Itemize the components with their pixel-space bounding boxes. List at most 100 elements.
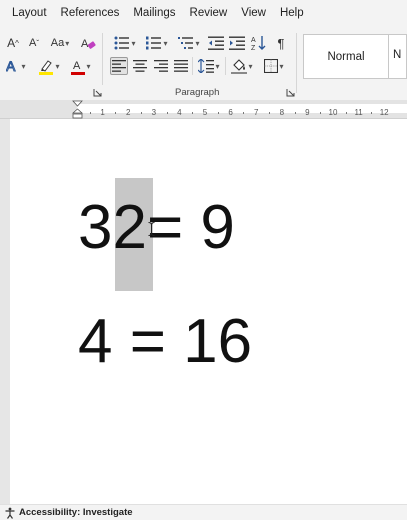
menu-mailings[interactable]: Mailings [126, 7, 182, 19]
style-next-label: N [393, 49, 402, 61]
pilcrow-icon: ¶ [277, 35, 285, 51]
svg-text:Z: Z [251, 45, 256, 51]
increase-indent-button[interactable] [228, 34, 246, 52]
accessibility-icon[interactable] [4, 507, 16, 519]
indent-marker-icon[interactable] [72, 100, 83, 119]
multilevel-list-button[interactable]: ▾ [174, 34, 204, 52]
menu-review[interactable]: Review [183, 7, 235, 19]
shading-button[interactable]: ▾ [228, 57, 256, 75]
grow-font-button[interactable]: A ^ [4, 34, 22, 52]
justify-icon [174, 60, 188, 72]
paragraph-dialog-launcher-icon[interactable] [286, 88, 295, 97]
sort-button[interactable]: A Z [250, 34, 268, 52]
ruler-minor-tick [217, 112, 219, 114]
clear-formatting-button[interactable]: A [79, 34, 97, 52]
numbering-button[interactable]: ▾ [142, 34, 172, 52]
highlighter-icon [39, 59, 54, 75]
ruler-tick-label: 4 [177, 108, 182, 117]
style-normal[interactable]: Normal [303, 34, 389, 79]
menu-bar: Layout References Mailings Review View H… [0, 0, 407, 25]
ruler-minor-tick [345, 112, 347, 114]
ruler-tick-label: 2 [125, 108, 131, 117]
svg-text:A: A [73, 60, 81, 72]
borders-button[interactable]: ▾ [260, 57, 288, 75]
chevron-down-icon: ▾ [195, 38, 200, 48]
font-color-icon: A [71, 60, 86, 75]
chevron-down-icon: ▾ [86, 61, 91, 71]
ruler-tick-label: 10 [328, 108, 338, 117]
ruler-minor-tick [115, 112, 117, 114]
paint-bucket-icon [231, 59, 248, 74]
group-divider [192, 57, 193, 75]
chevron-down-icon: ▾ [55, 61, 60, 71]
menu-layout[interactable]: Layout [0, 7, 54, 19]
ruler-minor-tick [320, 112, 322, 114]
equation-1-rest: = 9 [146, 193, 235, 262]
decrease-indent-icon [208, 36, 224, 50]
document-page[interactable]: 32= 9 4 = 16 [10, 119, 407, 504]
numbering-icon [146, 36, 162, 50]
sort-icon: A Z [251, 36, 266, 51]
chevron-down-icon: ▾ [21, 61, 26, 71]
chevron-down-icon: ▾ [163, 38, 168, 48]
align-left-button[interactable] [110, 57, 128, 75]
align-center-icon [133, 60, 147, 72]
bullets-button[interactable]: ▾ [110, 34, 140, 52]
ruler-tick-label: 7 [253, 108, 259, 117]
chevron-down-icon: ▾ [215, 61, 220, 71]
ruler-tick-label: 9 [305, 108, 310, 117]
accessibility-status[interactable]: Accessibility: Investigate [19, 507, 133, 518]
style-next[interactable]: N [389, 34, 407, 79]
chevron-down-icon: ▾ [65, 38, 70, 48]
menu-help[interactable]: Help [273, 7, 311, 19]
ruler-tick-label: 5 [202, 108, 208, 117]
line-spacing-icon [198, 59, 215, 73]
ruler-minor-tick [192, 112, 194, 114]
svg-text:A: A [81, 38, 89, 50]
justify-button[interactable] [172, 57, 190, 75]
style-normal-label: Normal [327, 50, 365, 63]
shrink-font-label: A [28, 37, 37, 49]
ruler-tick-label: 11 [354, 108, 363, 117]
clear-formatting-icon: A [81, 38, 96, 50]
align-right-button[interactable] [152, 57, 170, 75]
paragraph-group-label: Paragraph [175, 87, 220, 98]
decrease-indent-button[interactable] [207, 34, 225, 52]
chevron-down-icon: ▾ [279, 61, 284, 71]
align-center-button[interactable] [131, 57, 149, 75]
svg-text:A: A [251, 37, 256, 44]
text-effects-button[interactable]: A ▾ [4, 57, 28, 75]
font-color-button[interactable]: A ▾ [69, 57, 93, 75]
document-area: 32= 9 4 = 16 [0, 119, 407, 504]
increase-indent-icon [229, 36, 245, 50]
group-divider [225, 57, 226, 75]
ruler-tick-label: 8 [279, 108, 285, 117]
equation-line-2[interactable]: 4 = 16 [78, 311, 252, 373]
menu-references[interactable]: References [54, 7, 127, 19]
font-dialog-launcher-icon[interactable] [93, 88, 102, 97]
chevron-down-icon: ▾ [131, 38, 136, 48]
multilevel-list-icon [178, 37, 194, 49]
grow-font-label: A [7, 36, 16, 50]
group-divider [102, 33, 103, 85]
svg-text:A: A [6, 58, 16, 74]
ruler-tick-label: 6 [228, 108, 233, 117]
shrink-font-button[interactable]: Aˇ [25, 34, 43, 52]
status-bar: Accessibility: Investigate [0, 504, 407, 520]
line-spacing-button[interactable]: ▾ [195, 57, 223, 75]
text-effects-icon: A [6, 58, 17, 74]
align-right-icon [154, 60, 168, 72]
menu-view[interactable]: View [234, 7, 273, 19]
group-divider [296, 33, 297, 93]
ruler-minor-tick [141, 112, 142, 114]
horizontal-ruler: 1 2 3 4 5 6 7 8 9 10 11 12 [0, 100, 407, 119]
equation-line-1[interactable]: 32= 9 [78, 197, 235, 259]
change-case-label: Aa [50, 37, 65, 49]
text-highlight-button[interactable]: ▾ [37, 57, 61, 75]
show-formatting-marks-button[interactable]: ¶ [272, 34, 290, 52]
change-case-button[interactable]: Aa ▾ [47, 34, 73, 52]
caret-up-icon: ^ [15, 38, 19, 48]
caret-down-small-icon: ˇ [36, 38, 39, 48]
ruler-minor-tick [243, 112, 245, 114]
ruler-minor-tick [269, 112, 270, 114]
